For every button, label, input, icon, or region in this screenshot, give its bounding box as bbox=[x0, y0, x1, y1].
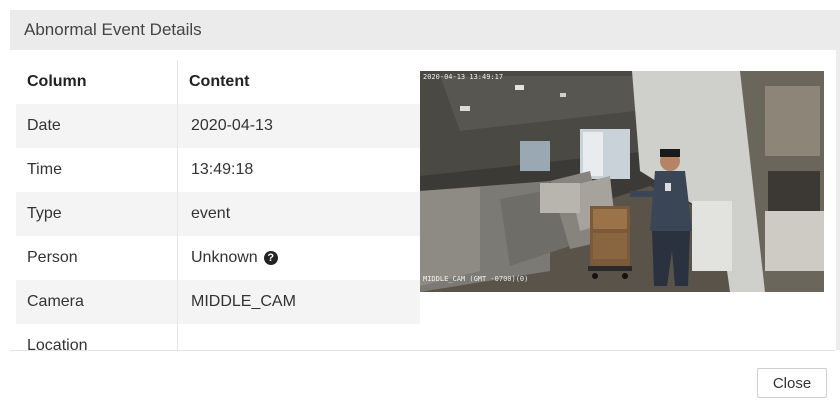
row-label: Location bbox=[16, 324, 178, 350]
abnormal-event-dialog: Abnormal Event Details Column Content Da… bbox=[0, 0, 840, 400]
column-header: Column bbox=[16, 60, 178, 104]
row-label: Type bbox=[16, 192, 178, 236]
row-value: MIDDLE_CAM bbox=[191, 293, 296, 310]
scrollbar[interactable] bbox=[836, 50, 840, 350]
table-header-row: Column Content bbox=[16, 60, 420, 104]
table-row-type: Type event bbox=[16, 192, 420, 236]
row-label: Date bbox=[16, 104, 178, 148]
row-value: Unknown? bbox=[178, 236, 421, 280]
table-row-time: Time 13:49:18 bbox=[16, 148, 420, 192]
table-row-camera: Camera MIDDLE_CAM bbox=[16, 280, 420, 324]
snapshot-timestamp: 2020-04-13 13:49:17 bbox=[423, 73, 503, 81]
person-value: Unknown bbox=[191, 249, 258, 266]
content-header: Content bbox=[189, 73, 250, 90]
table-row-person: Person Unknown? bbox=[16, 236, 420, 280]
close-button[interactable]: Close bbox=[757, 368, 827, 398]
row-label: Camera bbox=[16, 280, 178, 324]
snapshot-camera-label: MIDDLE_CAM (GMT -0700)(0) bbox=[423, 275, 528, 283]
row-label: Person bbox=[16, 236, 178, 280]
dialog-header: Abnormal Event Details bbox=[10, 10, 840, 50]
row-value: event bbox=[191, 205, 231, 222]
table-row-date: Date 2020-04-13 bbox=[16, 104, 420, 148]
row-label: Time bbox=[16, 148, 178, 192]
camera-snapshot-image: 2020-04-13 13:49:17 MIDDLE_CAM (GMT -070… bbox=[420, 71, 824, 292]
row-value: 13:49:18 bbox=[191, 161, 254, 178]
row-value: 2020-04-13 bbox=[191, 117, 273, 134]
row-value bbox=[178, 324, 421, 350]
dialog-body[interactable]: Column Content Date 2020-04-13 Time 13:4… bbox=[10, 50, 836, 351]
event-details-table: Column Content Date 2020-04-13 Time 13:4… bbox=[16, 60, 421, 350]
question-circle-icon[interactable]: ? bbox=[263, 251, 278, 265]
dialog-title: Abnormal Event Details bbox=[24, 20, 202, 39]
camera-snapshot: 2020-04-13 13:49:17 MIDDLE_CAM (GMT -070… bbox=[420, 71, 824, 292]
table-row-location: Location bbox=[16, 324, 421, 350]
